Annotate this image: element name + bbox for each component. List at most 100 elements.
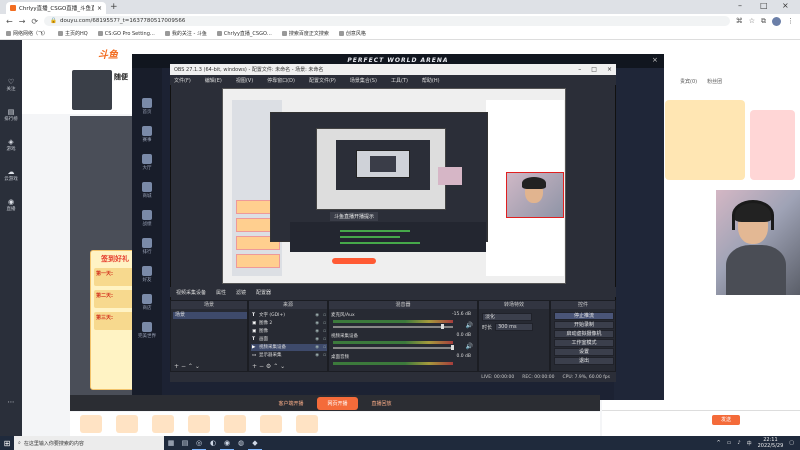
lock-icon[interactable]: ▫ bbox=[323, 320, 326, 327]
forward-icon[interactable]: → bbox=[19, 17, 26, 26]
overlay-nav-item[interactable]: 完美世界 bbox=[132, 322, 162, 339]
menu-file[interactable]: 文件(F) bbox=[174, 77, 191, 84]
translate-icon[interactable]: ⌘ bbox=[736, 17, 743, 25]
overlay-nav-item[interactable]: 首页 bbox=[132, 98, 162, 115]
gift-item[interactable] bbox=[296, 415, 318, 433]
overlay-nav-item[interactable]: 赛事 bbox=[132, 126, 162, 143]
nav-live[interactable]: ◉ 直播 bbox=[0, 198, 22, 212]
maximize-icon[interactable]: □ bbox=[760, 1, 768, 10]
tray-expand-icon[interactable]: ^ bbox=[716, 440, 720, 446]
profile-avatar[interactable] bbox=[772, 16, 781, 26]
up-icon[interactable]: ⌃ bbox=[188, 363, 193, 370]
notification-icon[interactable]: ▢ bbox=[789, 440, 794, 446]
up-icon[interactable]: ⌃ bbox=[273, 363, 278, 370]
clock[interactable]: 22:11 2022/5/29 bbox=[758, 437, 784, 449]
down-icon[interactable]: ⌄ bbox=[195, 363, 200, 370]
nav-follow[interactable]: ♡ 关注 bbox=[0, 78, 22, 92]
chrome-icon[interactable]: ◎ bbox=[192, 436, 206, 450]
network-icon[interactable]: ▭ bbox=[727, 440, 732, 446]
bookmark-item[interactable]: 主页的HQ bbox=[58, 30, 88, 37]
bookmark-item[interactable]: 网络网络（飞） bbox=[6, 30, 48, 37]
source-item[interactable]: ▶ 视频采集设备 ◉ ▫ bbox=[251, 344, 327, 351]
speaker-icon[interactable]: 🔊 bbox=[466, 343, 473, 350]
eye-icon[interactable]: ◉ bbox=[315, 312, 319, 319]
back-icon[interactable]: ← bbox=[6, 17, 13, 26]
overlay-nav-item[interactable]: 商城 bbox=[132, 182, 162, 199]
steam-icon[interactable]: ◐ bbox=[206, 436, 220, 450]
gift-item[interactable] bbox=[152, 415, 174, 433]
replay-link[interactable]: 直播回放 bbox=[372, 400, 392, 407]
wechat-icon[interactable]: ◍ bbox=[234, 436, 248, 450]
lock-icon[interactable]: ▫ bbox=[323, 352, 326, 359]
duration-input[interactable]: 300 ms bbox=[495, 323, 533, 331]
virtual-camera-button[interactable]: 启动虚拟摄像机 bbox=[554, 330, 614, 338]
configure-button[interactable]: 配置器 bbox=[256, 289, 271, 296]
chat-input[interactable] bbox=[602, 410, 800, 436]
menu-dots-icon[interactable]: ⋮ bbox=[787, 17, 794, 25]
bookmark-item[interactable]: 搜索百度正文搜索 bbox=[281, 30, 329, 37]
task-view-icon[interactable]: ▦ bbox=[164, 436, 178, 450]
volume-fader[interactable] bbox=[333, 326, 453, 328]
nav-more[interactable]: ⋯ bbox=[0, 398, 22, 406]
lock-icon[interactable]: ▫ bbox=[323, 312, 326, 319]
remove-icon[interactable]: − bbox=[181, 363, 186, 370]
browser-tab[interactable]: Chrlyy直播_CSGO直播_斗鱼直 × bbox=[6, 2, 106, 14]
address-bar[interactable]: 🔒 douyu.com/6819557?_t=1637780517009566 bbox=[44, 16, 730, 26]
eye-icon[interactable]: ◉ bbox=[315, 352, 319, 359]
gift-item[interactable] bbox=[224, 415, 246, 433]
gift-item[interactable] bbox=[260, 415, 282, 433]
settings-button[interactable]: 设置 bbox=[554, 348, 614, 356]
streamer-name[interactable]: 随便 bbox=[114, 72, 128, 82]
file-explorer-icon[interactable]: ▤ bbox=[178, 436, 192, 450]
reload-icon[interactable]: ⟳ bbox=[31, 17, 38, 26]
web-broadcast-button[interactable]: 网页开播 bbox=[317, 396, 358, 410]
minimize-icon[interactable]: – bbox=[738, 1, 742, 10]
bookmark-item[interactable]: 我的关注 - 斗鱼 bbox=[164, 30, 207, 37]
overlay-nav-item[interactable]: 排行 bbox=[132, 238, 162, 255]
eye-icon[interactable]: ◉ bbox=[315, 344, 319, 351]
start-recording-button[interactable]: 开始录制 bbox=[554, 321, 614, 329]
eye-icon[interactable]: ◉ bbox=[315, 320, 319, 327]
source-item[interactable]: ▣ 图像 ◉ ▫ bbox=[251, 328, 327, 335]
overlay-close-icon[interactable]: × bbox=[652, 56, 658, 64]
add-icon[interactable]: + bbox=[174, 363, 179, 370]
tab-vip[interactable]: 贵宾(0) bbox=[680, 78, 697, 85]
source-item[interactable]: ▣ 图像 2 ◉ ▫ bbox=[251, 320, 327, 327]
promo-banner[interactable] bbox=[750, 110, 795, 180]
eye-icon[interactable]: ◉ bbox=[315, 328, 319, 335]
stop-streaming-button[interactable]: 停止推流 bbox=[554, 312, 614, 320]
gear-icon[interactable]: ⚙ bbox=[266, 363, 271, 370]
filters-button[interactable]: 滤镜 bbox=[236, 289, 246, 296]
promo-banner[interactable] bbox=[665, 100, 745, 180]
bookmark-star-icon[interactable]: ☆ bbox=[749, 17, 755, 25]
gift-item[interactable] bbox=[116, 415, 138, 433]
douyu-logo[interactable]: 斗鱼 bbox=[98, 46, 118, 61]
taskbar-search[interactable]: ⌕ 在这里输入你要搜索的内容 bbox=[14, 436, 164, 450]
lock-icon[interactable]: ▫ bbox=[323, 336, 326, 343]
add-icon[interactable]: + bbox=[252, 363, 257, 370]
menu-tools[interactable]: 工具(T) bbox=[391, 77, 408, 84]
properties-button[interactable]: 属性 bbox=[216, 289, 226, 296]
extensions-icon[interactable]: ⧉ bbox=[761, 17, 766, 26]
scene-item[interactable]: 场景 bbox=[173, 312, 247, 319]
overlay-nav-item[interactable]: 商店 bbox=[132, 294, 162, 311]
menu-docks[interactable]: 停靠窗口(D) bbox=[267, 77, 295, 84]
obs-close-icon[interactable]: × bbox=[607, 66, 612, 73]
menu-view[interactable]: 视图(V) bbox=[236, 77, 253, 84]
obs-minimize-icon[interactable]: – bbox=[578, 66, 581, 73]
streamer-avatar[interactable] bbox=[72, 70, 112, 110]
source-item[interactable]: T 画面 ◉ ▫ bbox=[251, 336, 327, 343]
source-item[interactable]: ▭ 显示器采集 ◉ ▫ bbox=[251, 352, 327, 359]
menu-scene-collection[interactable]: 场景集合(S) bbox=[350, 77, 377, 84]
send-button[interactable]: 发送 bbox=[712, 415, 740, 425]
gift-item[interactable] bbox=[188, 415, 210, 433]
bookmark-item[interactable]: CS:GO Pro Setting… bbox=[97, 31, 155, 37]
bookmark-item[interactable]: 创意风格 bbox=[338, 30, 366, 37]
source-item[interactable]: T 文字 (GDI+) ◉ ▫ bbox=[251, 312, 327, 319]
menu-help[interactable]: 帮助(H) bbox=[422, 77, 440, 84]
ime-indicator[interactable]: 中 bbox=[747, 440, 752, 447]
close-window-icon[interactable]: × bbox=[782, 1, 789, 10]
game-client-icon[interactable]: ◆ bbox=[248, 436, 262, 450]
obs-maximize-icon[interactable]: □ bbox=[591, 66, 597, 73]
tab-fans[interactable]: 粉丝团 bbox=[707, 78, 722, 85]
